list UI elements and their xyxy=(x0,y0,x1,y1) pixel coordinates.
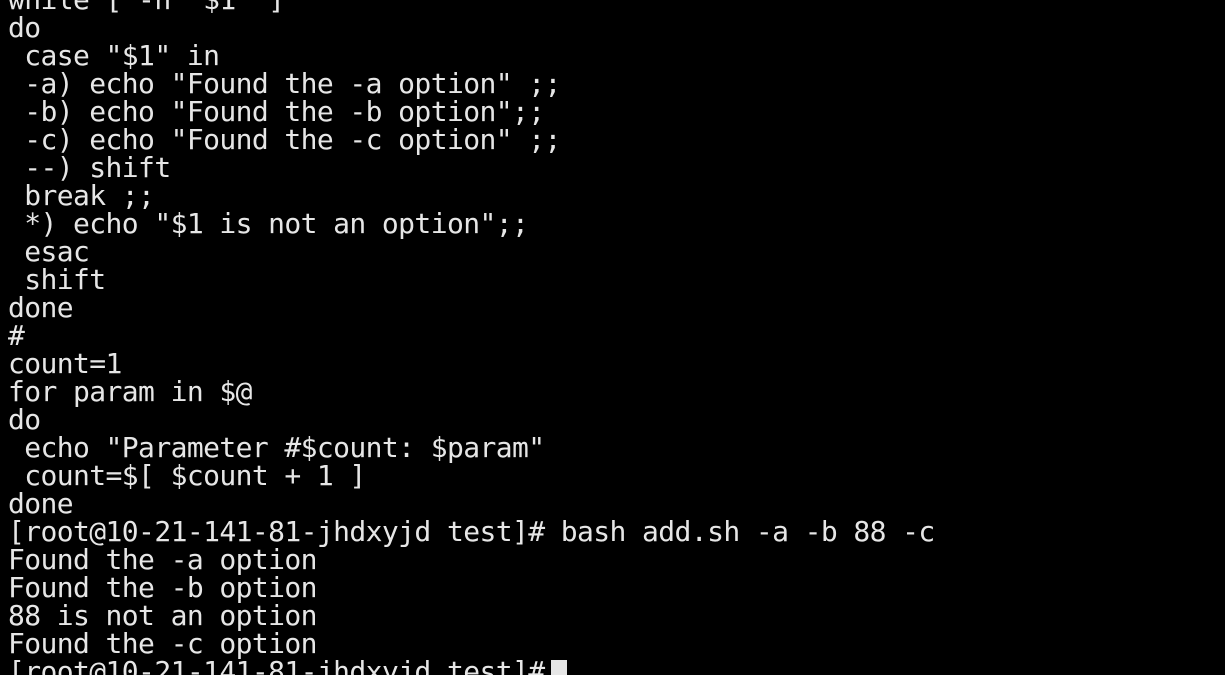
terminal-line: -b) echo "Found the -b option";; xyxy=(8,95,545,128)
terminal-line: *) echo "$1 is not an option";; xyxy=(8,207,529,240)
terminal-window[interactable]: while [ -n "$1" ] do case "$1" in -a) ec… xyxy=(0,0,1225,675)
output-line: 88 is not an option xyxy=(8,599,318,632)
terminal-line: echo "Parameter #$count: $param" xyxy=(8,431,545,464)
command-line: [root@10-21-141-81-jhdxyjd test]# bash a… xyxy=(8,515,935,548)
terminal-line: count=$[ $count + 1 ] xyxy=(8,459,366,492)
shell-prompt: [root@10-21-141-81-jhdxyjd test]# xyxy=(8,655,545,675)
output-line: Found the -c option xyxy=(8,627,318,660)
output-line: Found the -a option xyxy=(8,543,318,576)
terminal-output: while [ -n "$1" ] do case "$1" in -a) ec… xyxy=(8,0,935,675)
terminal-line: done xyxy=(8,291,74,324)
terminal-line: do xyxy=(8,403,41,436)
terminal-line: --) shift xyxy=(8,151,171,184)
terminal-line: do xyxy=(8,11,41,44)
terminal-line: for param in $@ xyxy=(8,375,252,408)
terminal-line: done xyxy=(8,487,74,520)
terminal-line: -c) echo "Found the -c option" ;; xyxy=(8,123,561,156)
terminal-line: case "$1" in xyxy=(8,39,220,72)
terminal-line: shift xyxy=(8,263,106,296)
terminal-line: # xyxy=(8,319,25,352)
terminal-line: break ;; xyxy=(8,179,155,212)
terminal-line: -a) echo "Found the -a option" ;; xyxy=(8,67,561,100)
output-line: Found the -b option xyxy=(8,571,318,604)
cursor-block xyxy=(550,660,567,675)
terminal-line: while [ -n "$1" ] xyxy=(8,0,935,14)
current-prompt-line[interactable]: [root@10-21-141-81-jhdxyjd test]# xyxy=(8,658,935,675)
terminal-line: count=1 xyxy=(8,347,122,380)
terminal-line: esac xyxy=(8,235,90,268)
